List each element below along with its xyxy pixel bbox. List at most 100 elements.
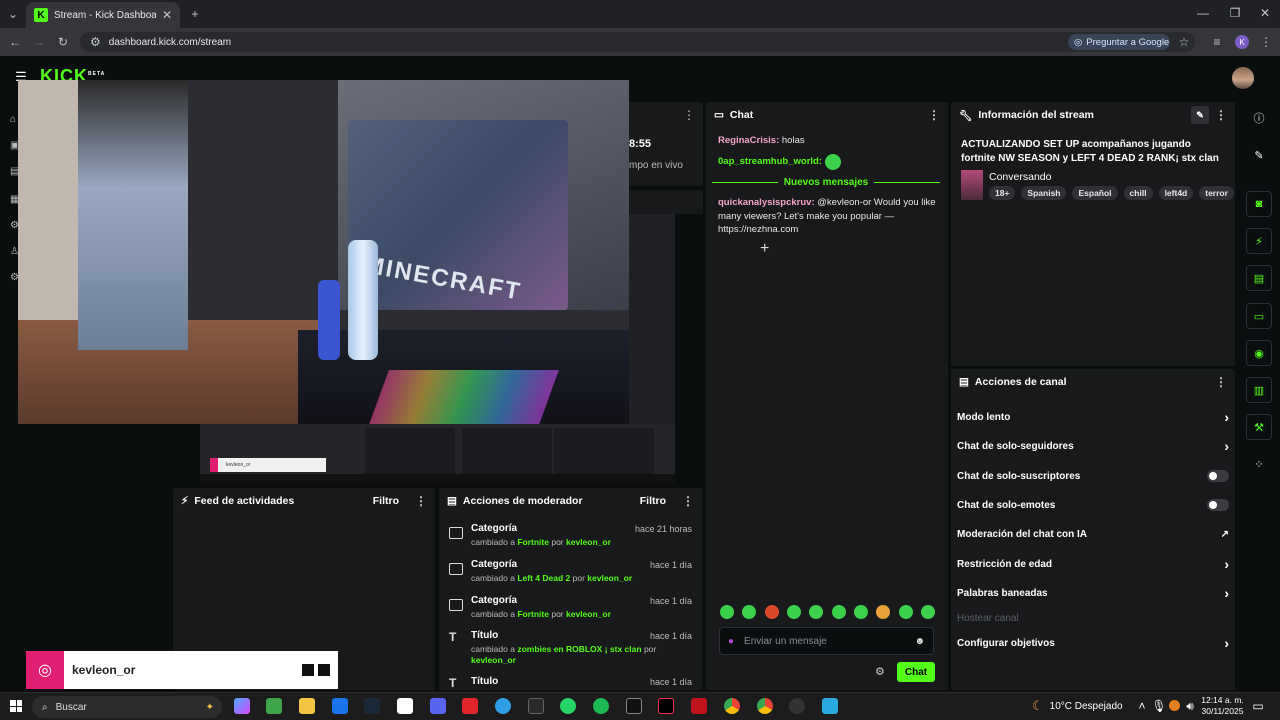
emote-icon[interactable] <box>742 605 757 619</box>
discord-icon[interactable] <box>430 698 446 714</box>
emote-icon[interactable] <box>720 605 734 619</box>
tray-app-icon[interactable] <box>1169 700 1180 711</box>
ask-google-button[interactable]: ◎ Preguntar a Google <box>1068 34 1170 50</box>
mod-action-row[interactable]: Categoría hace 21 horas cambiado a Fortn… <box>447 523 695 557</box>
action-slow-mode[interactable]: Modo lento › <box>957 407 1229 427</box>
reload-icon[interactable]: ↻ <box>56 35 70 49</box>
mod-action-row[interactable]: T Título hace 1 día <box>447 676 695 690</box>
emoji-picker-icon[interactable]: ☻ <box>914 636 925 647</box>
browser-menu-icon[interactable]: ⋮ <box>1259 35 1273 49</box>
chrome-active-icon[interactable] <box>757 698 773 714</box>
add-widget-icon[interactable]: ⁘ <box>1246 451 1272 477</box>
whatsapp-icon[interactable] <box>560 698 576 714</box>
stream-panel-menu-icon[interactable]: ⋮ <box>683 109 695 121</box>
close-tab-icon[interactable]: ✕ <box>162 8 172 22</box>
pencil-icon[interactable]: ✎ <box>1246 142 1272 168</box>
outlook-icon[interactable] <box>332 698 348 714</box>
profile-avatar[interactable]: K <box>1235 35 1249 49</box>
activity-menu-icon[interactable]: ⋮ <box>415 495 427 507</box>
emotes-only-toggle[interactable] <box>1207 499 1229 511</box>
taskbar-search[interactable]: ⌕ Buscar ✦ <box>32 696 222 718</box>
new-messages-divider[interactable]: Nuevos mensajes <box>712 176 940 188</box>
spotify-icon[interactable] <box>593 698 609 714</box>
user-avatar[interactable] <box>1232 67 1254 89</box>
minecraft-app-icon[interactable] <box>266 698 282 714</box>
back-icon[interactable]: ← <box>8 35 22 49</box>
edge-icon[interactable] <box>495 698 511 714</box>
info-icon[interactable]: ⓘ <box>1246 105 1272 131</box>
send-chat-button[interactable]: Chat <box>897 662 935 682</box>
chrome-icon[interactable] <box>724 698 740 714</box>
category-thumbnail[interactable] <box>961 170 983 200</box>
weather-widget[interactable]: ☾ 10°C Despejado <box>1032 698 1123 714</box>
chat-settings-icon[interactable]: ⚙ <box>875 665 885 678</box>
windows-start-icon[interactable] <box>10 700 22 712</box>
mod-action-row[interactable]: Categoría hace 1 día cambiado a Left 4 D… <box>447 559 695 593</box>
copilot-icon[interactable] <box>234 698 250 714</box>
tiktok-icon[interactable] <box>658 698 674 714</box>
emote-icon[interactable] <box>809 605 824 619</box>
tag[interactable]: terror <box>1199 186 1234 200</box>
site-info-icon[interactable]: ⚙ <box>90 35 101 49</box>
tag[interactable]: chill <box>1123 186 1153 200</box>
address-bar[interactable]: ⚙ dashboard.kick.com/stream <box>80 32 1195 52</box>
chat-menu-icon[interactable]: ⋮ <box>928 109 940 121</box>
app-icon[interactable] <box>822 698 838 714</box>
emote-icon[interactable] <box>786 605 801 619</box>
tag[interactable]: 18+ <box>989 186 1016 200</box>
layout-icon[interactable]: ▥ <box>1246 377 1272 403</box>
action-age-restriction[interactable]: Restricción de edad › <box>957 554 1229 574</box>
volume-icon[interactable]: 🔊︎ <box>1184 699 1196 713</box>
channel-actions-menu-icon[interactable]: ⋮ <box>1215 376 1227 388</box>
game-launcher-icon[interactable] <box>691 698 707 714</box>
chat-username[interactable]: quickanalysispckruv <box>718 197 811 208</box>
reading-list-icon[interactable]: ≡ <box>1210 35 1224 49</box>
notifications-icon[interactable]: ▭ <box>1252 699 1264 713</box>
emote-icon[interactable] <box>853 605 868 619</box>
microphone-icon[interactable]: ● <box>728 636 734 647</box>
category-name[interactable]: Conversando <box>989 171 1051 183</box>
tag[interactable]: Spanish <box>1021 186 1067 200</box>
microphone-tray-icon[interactable]: 🎙︎ <box>1151 699 1166 713</box>
lightning-icon[interactable]: ⚡︎ <box>1246 228 1272 254</box>
action-banned-words[interactable]: Palabras baneadas › <box>957 583 1229 603</box>
file-explorer-icon[interactable] <box>299 698 315 714</box>
chat-message-input[interactable]: ● Enviar un mensaje ☻ <box>719 627 934 655</box>
store-icon[interactable] <box>397 698 413 714</box>
edit-pencil-icon[interactable]: ✎ <box>1191 106 1209 124</box>
broadcast-icon[interactable]: ◉ <box>1246 340 1272 366</box>
tag[interactable]: Español <box>1072 186 1118 200</box>
mod-action-row[interactable]: Categoría hace 1 día cambiado a Fortnite… <box>447 595 695 629</box>
mod-menu-icon[interactable]: ⋮ <box>682 495 694 507</box>
stream-info-menu-icon[interactable]: ⋮ <box>1215 109 1227 121</box>
document-icon[interactable]: ▤ <box>1246 265 1272 291</box>
wrench-tool-icon[interactable]: ⚒ <box>1246 414 1272 440</box>
action-followers-only[interactable]: Chat de solo-seguidores › <box>957 436 1229 456</box>
taskbar-clock[interactable]: 12:14 a. m. 30/11/2025 <box>1200 695 1245 717</box>
emote-icon[interactable] <box>898 605 913 619</box>
restore-icon[interactable]: ❐ <box>1228 6 1242 20</box>
bookmark-star-icon[interactable]: ☆ <box>1177 35 1191 49</box>
emote-icon[interactable] <box>831 605 846 619</box>
chat-username[interactable]: ReginaCrisis <box>718 135 776 146</box>
forward-icon[interactable]: → <box>32 35 46 49</box>
emote-icon[interactable] <box>920 605 935 619</box>
tray-chevron-icon[interactable]: ˄ <box>1136 699 1148 713</box>
epic-games-icon[interactable] <box>528 698 544 714</box>
riot-icon[interactable] <box>462 698 478 714</box>
obs-icon[interactable] <box>789 698 805 714</box>
mod-filter-button[interactable]: Filtro <box>640 495 666 507</box>
close-window-icon[interactable]: ✕ <box>1258 6 1272 20</box>
steam-icon[interactable] <box>364 698 380 714</box>
browser-tab[interactable]: K Stream - Kick Dashboard ✕ <box>26 2 180 28</box>
emote-icon[interactable] <box>764 605 779 619</box>
tag[interactable]: left4d <box>1158 186 1194 200</box>
camera-icon[interactable]: ◙ <box>1246 191 1272 217</box>
subscribers-only-toggle[interactable] <box>1207 470 1229 482</box>
action-ai-moderation[interactable]: Moderación del chat con IA ↗ <box>957 524 1229 544</box>
chat-username[interactable]: 0ap_streamhub_world <box>718 155 819 169</box>
minimize-icon[interactable]: — <box>1196 6 1210 20</box>
chat-icon[interactable]: ▭ <box>1246 303 1272 329</box>
mod-action-row[interactable]: T Título hace 1 día cambiado a zombies e… <box>447 630 695 670</box>
tab-search-icon[interactable]: ⌄ <box>6 7 20 21</box>
